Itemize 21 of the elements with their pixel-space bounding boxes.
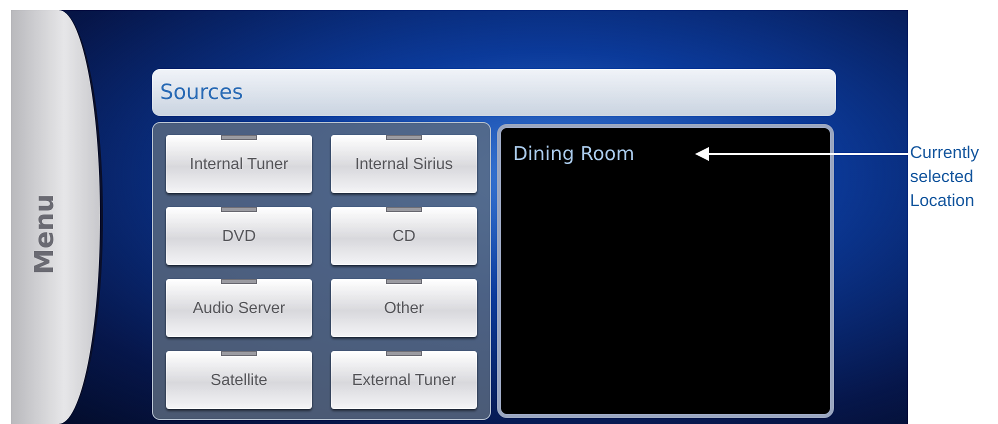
menu-panel[interactable]: Menu: [11, 10, 103, 424]
indicator-icon: [386, 135, 422, 140]
source-button[interactable]: Audio Server: [166, 279, 312, 337]
source-button[interactable]: External Tuner: [331, 351, 477, 409]
source-button[interactable]: Other: [331, 279, 477, 337]
menu-label: Menu: [29, 194, 61, 274]
annotation-text: Currently selected Location: [910, 142, 980, 212]
indicator-icon: [386, 207, 422, 212]
location-name: Dining Room: [513, 143, 634, 165]
source-button[interactable]: Internal Sirius: [331, 135, 477, 193]
indicator-icon: [386, 351, 422, 356]
source-button[interactable]: DVD: [166, 207, 312, 265]
source-button[interactable]: Satellite: [166, 351, 312, 409]
source-button[interactable]: CD: [331, 207, 477, 265]
indicator-icon: [221, 135, 257, 140]
indicator-icon: [221, 351, 257, 356]
source-button[interactable]: Internal Tuner: [166, 135, 312, 193]
indicator-icon: [221, 279, 257, 284]
indicator-icon: [386, 279, 422, 284]
indicator-icon: [221, 207, 257, 212]
sources-title: Sources: [160, 78, 244, 106]
